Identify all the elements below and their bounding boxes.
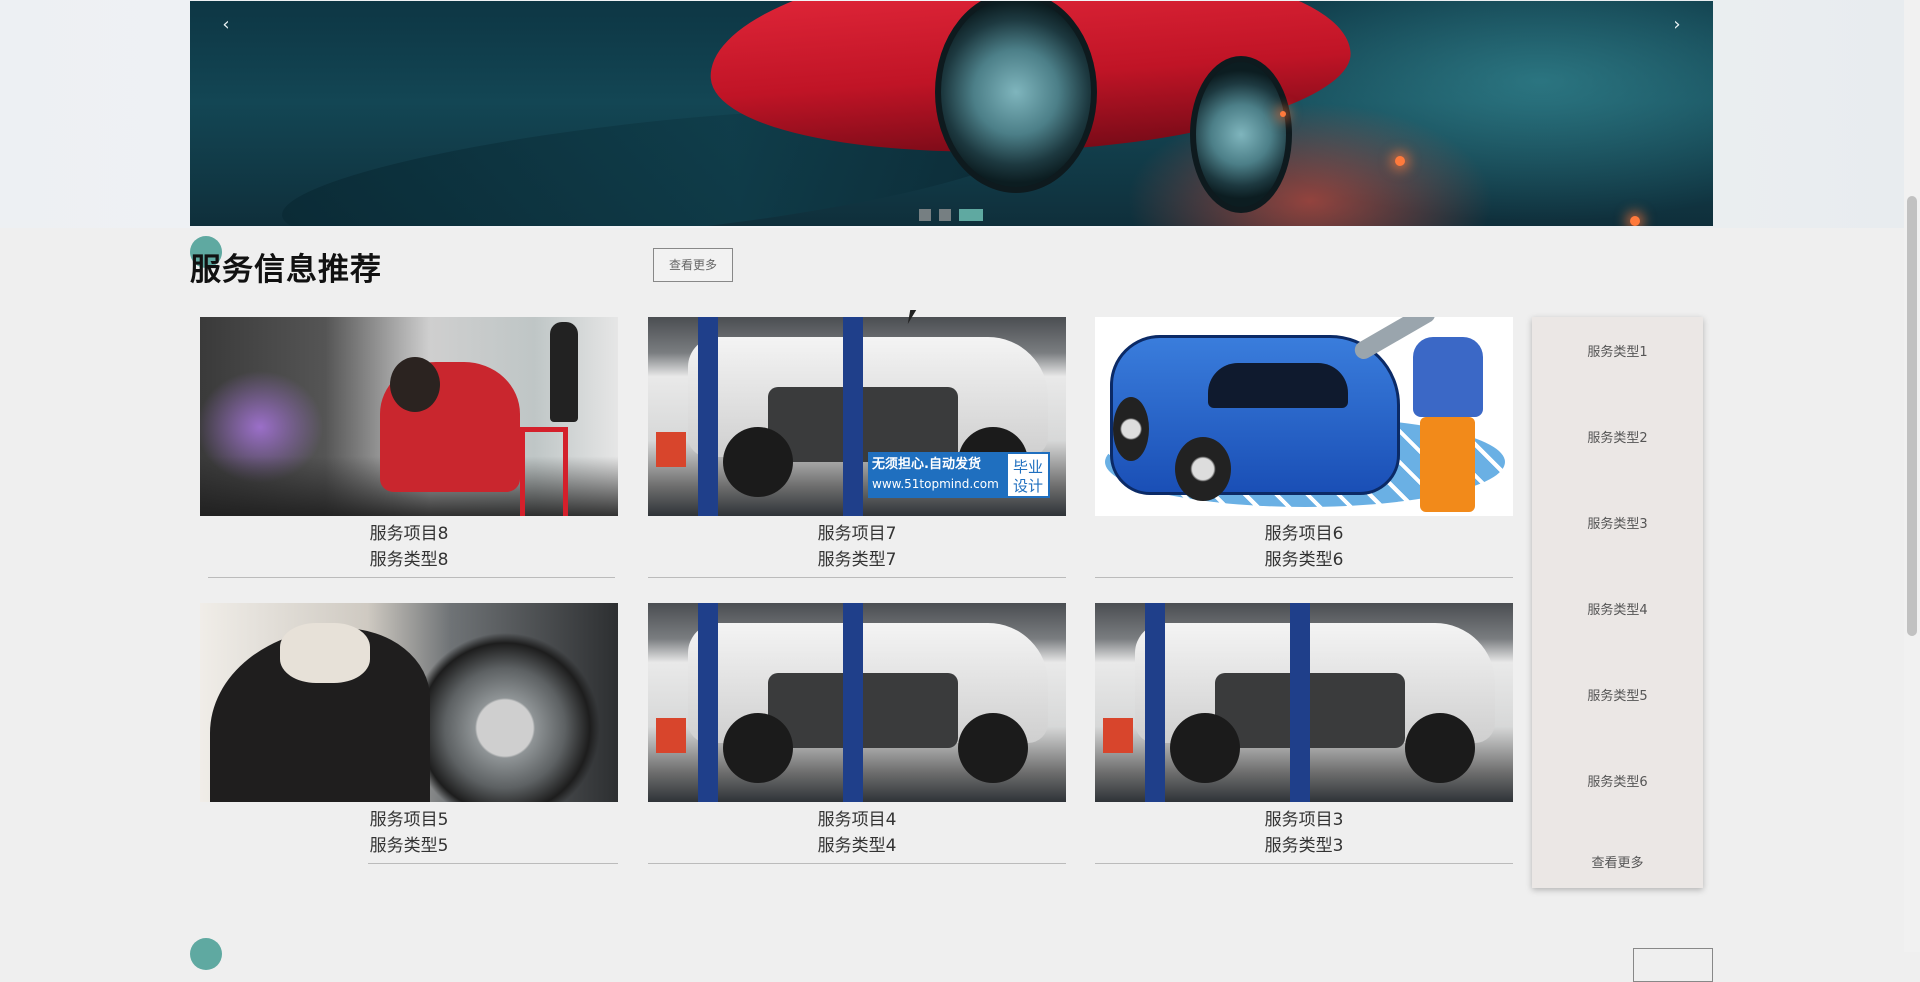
watermark-line1: 无须担心.自动发货 — [872, 457, 981, 472]
sidebar-view-more-link[interactable]: 查看更多 — [1532, 852, 1703, 871]
service-card-6[interactable]: 服务项目6 服务类型6 — [1095, 317, 1513, 578]
service-card-7[interactable]: 无须担心.自动发货 www.51topmind.com 毕业 设计 服务项目7 … — [648, 317, 1066, 578]
image-detail — [1175, 437, 1231, 501]
banner-dot-3[interactable] — [959, 209, 983, 221]
service-type: 服务类型3 — [1264, 836, 1344, 856]
banner-dot-1[interactable] — [919, 209, 931, 221]
sidebar-item-type-3[interactable]: 服务类型3 — [1532, 513, 1703, 532]
service-card-4[interactable]: 服务项目4 服务类型4 — [648, 603, 1066, 864]
image-detail — [1110, 335, 1400, 495]
watermark-seal-top: 毕业 — [1012, 458, 1043, 476]
image-detail — [1145, 603, 1165, 802]
banner-next-icon[interactable]: › — [1667, 15, 1687, 35]
watermark-seal-bottom: 设计 — [1012, 477, 1043, 495]
image-detail — [698, 317, 718, 516]
service-type: 服务类型5 — [369, 836, 449, 856]
image-detail — [390, 357, 440, 412]
service-image[interactable] — [1095, 603, 1513, 802]
image-detail — [768, 673, 958, 748]
sidebar-item-type-1[interactable]: 服务类型1 — [1532, 341, 1703, 360]
image-detail — [1420, 417, 1475, 512]
sidebar-item-type-4[interactable]: 服务类型4 — [1532, 599, 1703, 618]
sidebar-item-type-2[interactable]: 服务类型2 — [1532, 427, 1703, 446]
sidebar-item-type-6[interactable]: 服务类型6 — [1532, 771, 1703, 790]
image-detail — [958, 713, 1028, 783]
banner-dot-2[interactable] — [939, 209, 951, 221]
service-type: 服务类型6 — [1264, 550, 1344, 570]
image-detail — [723, 427, 793, 497]
image-detail — [1170, 713, 1240, 783]
banner-light — [1630, 216, 1640, 226]
service-image[interactable] — [200, 317, 618, 516]
watermark-line2: www.51topmind.com — [872, 477, 999, 491]
service-card-3[interactable]: 服务项目3 服务类型3 — [1095, 603, 1513, 864]
card-divider — [368, 863, 618, 864]
service-image[interactable] — [200, 603, 618, 802]
service-card-5[interactable]: 服务项目5 服务类型5 — [200, 603, 618, 864]
card-divider — [648, 863, 1066, 864]
banner-prev-icon[interactable]: ‹ — [216, 15, 236, 35]
watermark-text: 无须担心.自动发货 www.51topmind.com — [868, 452, 1006, 498]
card-divider — [208, 577, 615, 578]
scrollbar-thumb[interactable] — [1907, 196, 1917, 636]
image-detail — [1290, 603, 1310, 802]
section-title: 服务信息推荐 — [190, 252, 382, 288]
service-type-sidebar: 服务类型1 服务类型2 服务类型3 服务类型4 服务类型5 服务类型6 查看更多 — [1532, 317, 1703, 888]
page-scrollbar[interactable] — [1904, 0, 1920, 952]
service-image[interactable]: 无须担心.自动发货 www.51topmind.com 毕业 设计 — [648, 317, 1066, 516]
sidebar-item-type-5[interactable]: 服务类型5 — [1532, 685, 1703, 704]
view-more-button[interactable]: 查看更多 — [653, 248, 733, 282]
service-type: 服务类型8 — [369, 550, 449, 570]
image-detail — [656, 432, 686, 467]
service-name[interactable]: 服务项目4 — [648, 807, 1066, 833]
watermark-badge: 无须担心.自动发货 www.51topmind.com 毕业 设计 — [868, 452, 1050, 498]
image-detail — [1405, 713, 1475, 783]
banner-light — [1395, 156, 1405, 166]
banner-indicators — [919, 209, 983, 221]
image-detail — [1413, 337, 1483, 417]
next-section-more-button[interactable] — [1633, 948, 1713, 982]
image-detail — [656, 718, 686, 753]
service-name[interactable]: 服务项目6 — [1095, 521, 1513, 547]
image-detail — [843, 603, 863, 802]
card-divider — [648, 577, 1066, 578]
banner-carousel[interactable]: ‹ › — [190, 1, 1713, 226]
banner-light — [1280, 111, 1286, 117]
image-detail — [768, 387, 958, 462]
image-detail — [520, 427, 568, 516]
service-image[interactable] — [1095, 317, 1513, 516]
image-detail — [723, 713, 793, 783]
image-detail — [1103, 718, 1133, 753]
next-section-title-decoration — [190, 938, 222, 970]
service-type: 服务类型4 — [817, 836, 897, 856]
service-name[interactable]: 服务项目7 — [648, 521, 1066, 547]
image-detail — [698, 603, 718, 802]
card-divider — [1095, 863, 1513, 864]
image-detail — [1113, 397, 1149, 461]
image-detail — [843, 317, 863, 516]
image-detail — [1208, 363, 1348, 408]
service-name[interactable]: 服务项目3 — [1095, 807, 1513, 833]
service-name[interactable]: 服务项目8 — [200, 521, 618, 547]
image-detail — [280, 623, 370, 683]
image-detail — [550, 322, 578, 422]
service-type: 服务类型7 — [817, 550, 897, 570]
service-name[interactable]: 服务项目5 — [200, 807, 618, 833]
service-card-8[interactable]: 服务项目8 服务类型8 — [200, 317, 618, 578]
watermark-seal: 毕业 设计 — [1006, 452, 1050, 498]
service-image[interactable] — [648, 603, 1066, 802]
banner-car-wheel — [1190, 56, 1292, 213]
card-divider — [1095, 577, 1513, 578]
image-detail — [1215, 673, 1405, 748]
banner-car-wheel — [935, 1, 1097, 193]
